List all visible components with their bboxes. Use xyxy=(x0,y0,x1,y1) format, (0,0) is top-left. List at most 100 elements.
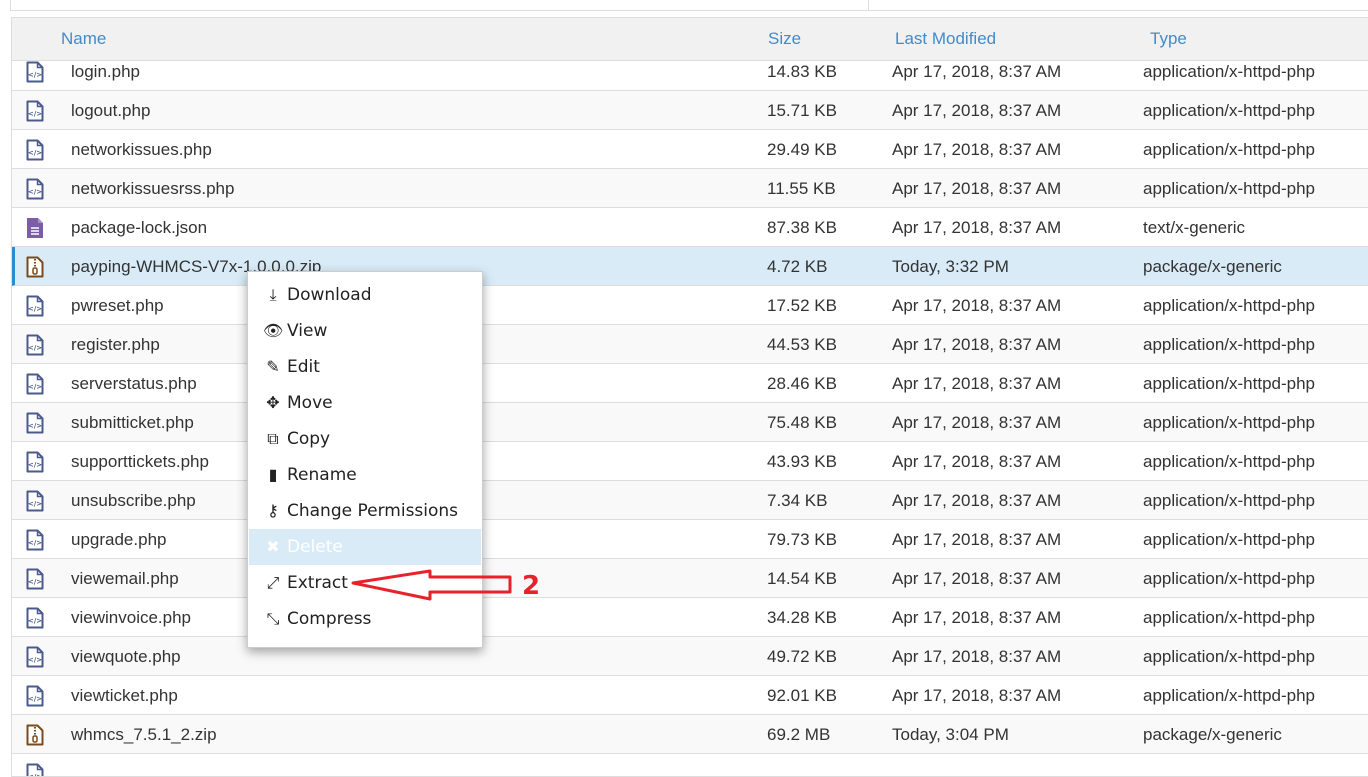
svg-text:</>: </> xyxy=(28,773,42,776)
file-last-modified: Apr 17, 2018, 8:37 AM xyxy=(892,647,1062,666)
file-last-modified: Apr 17, 2018, 8:37 AM xyxy=(892,140,1062,159)
file-name[interactable]: supporttickets.php xyxy=(71,452,209,472)
menu-item-label: Extract xyxy=(287,573,348,593)
file-size: 75.48 KB xyxy=(767,413,837,432)
file-type: application/x-httpd-php xyxy=(1143,530,1316,549)
menu-item-delete[interactable]: ✖ Delete xyxy=(249,529,481,565)
zip-file-icon xyxy=(26,256,44,278)
file-size: 69.2 MB xyxy=(767,725,831,744)
file-name[interactable]: unsubscribe.php xyxy=(71,491,196,511)
php-file-icon: </> xyxy=(26,529,44,551)
svg-text:</>: </> xyxy=(28,149,42,157)
file-name[interactable]: logout.php xyxy=(71,101,150,121)
file-size: 29.49 KB xyxy=(767,140,837,159)
menu-item-copy[interactable]: ⧉ Copy xyxy=(249,421,481,457)
file-size: 15.71 KB xyxy=(767,101,837,120)
file-name[interactable]: viewemail.php xyxy=(71,569,179,589)
file-name[interactable]: viewquote.php xyxy=(71,647,181,667)
file-table: Name Size Last Modified Type </> login.p… xyxy=(11,17,1368,777)
table-row[interactable]: </> viewquote.php 49.72 KB Apr 17, 2018,… xyxy=(12,637,1368,676)
menu-item-view[interactable]: 👁 View xyxy=(249,313,481,349)
table-row[interactable]: </> networkissues.php 29.49 KB Apr 17, 2… xyxy=(12,130,1368,169)
menu-item-edit[interactable]: ✎ Edit xyxy=(249,349,481,385)
table-row[interactable]: </> xyxy=(12,754,1368,776)
file-name[interactable]: serverstatus.php xyxy=(71,374,197,394)
pencil-icon: ✎ xyxy=(266,357,280,376)
column-header-type[interactable]: Type xyxy=(1150,29,1187,49)
table-row[interactable]: </> pwreset.php 17.52 KB Apr 17, 2018, 8… xyxy=(12,286,1368,325)
file-size: 92.01 KB xyxy=(767,686,837,705)
table-row[interactable]: </> supporttickets.php 43.93 KB Apr 17, … xyxy=(12,442,1368,481)
menu-item-change-permissions[interactable]: ⚷ Change Permissions xyxy=(249,493,481,529)
file-last-modified: Today, 3:32 PM xyxy=(892,257,1009,276)
copy-icon: ⧉ xyxy=(267,429,279,448)
file-name[interactable]: login.php xyxy=(71,62,140,82)
menu-item-label: Change Permissions xyxy=(287,501,459,521)
php-file-icon: </> xyxy=(26,607,44,629)
expand-icon: ⤢ xyxy=(266,573,280,592)
file-name[interactable]: whmcs_7.5.1_2.zip xyxy=(71,725,217,745)
svg-text:</>: </> xyxy=(28,578,42,586)
file-last-modified: Apr 17, 2018, 8:37 AM xyxy=(892,296,1062,315)
table-row[interactable]: </> login.php 14.83 KB Apr 17, 2018, 8:3… xyxy=(12,61,1368,91)
php-file-icon: </> xyxy=(26,295,44,317)
menu-item-label: Rename xyxy=(287,465,357,485)
file-name[interactable]: viewinvoice.php xyxy=(71,608,191,628)
close-icon: ✖ xyxy=(266,537,280,556)
svg-text:</>: </> xyxy=(28,383,42,391)
table-row[interactable]: </> serverstatus.php 28.46 KB Apr 17, 20… xyxy=(12,364,1368,403)
menu-item-download[interactable]: ⤓ Download xyxy=(249,277,481,313)
table-row[interactable]: payping-WHMCS-V7x-1.0.0.0.zip 4.72 KB To… xyxy=(12,247,1368,286)
menu-item-label: Move xyxy=(287,393,333,413)
file-name[interactable]: networkissues.php xyxy=(71,140,212,160)
file-size: 79.73 KB xyxy=(767,530,837,549)
table-row[interactable]: </> submitticket.php 75.48 KB Apr 17, 20… xyxy=(12,403,1368,442)
php-file-icon: </> xyxy=(26,685,44,707)
move-icon: ✥ xyxy=(266,393,280,412)
table-row[interactable]: </> upgrade.php 79.73 KB Apr 17, 2018, 8… xyxy=(12,520,1368,559)
table-row[interactable]: package-lock.json 87.38 KB Apr 17, 2018,… xyxy=(12,208,1368,247)
column-header-last-modified[interactable]: Last Modified xyxy=(895,29,996,49)
table-body[interactable]: </> login.php 14.83 KB Apr 17, 2018, 8:3… xyxy=(12,61,1368,776)
file-name[interactable]: register.php xyxy=(71,335,160,355)
table-row[interactable]: </> register.php 44.53 KB Apr 17, 2018, … xyxy=(12,325,1368,364)
file-last-modified: Apr 17, 2018, 8:37 AM xyxy=(892,608,1062,627)
table-row[interactable]: </> logout.php 15.71 KB Apr 17, 2018, 8:… xyxy=(12,91,1368,130)
menu-item-label: Delete xyxy=(287,537,343,557)
table-row[interactable]: </> unsubscribe.php 7.34 KB Apr 17, 2018… xyxy=(12,481,1368,520)
file-last-modified: Apr 17, 2018, 8:37 AM xyxy=(892,218,1062,237)
file-name[interactable]: submitticket.php xyxy=(71,413,194,433)
file-name[interactable]: upgrade.php xyxy=(71,530,166,550)
file-name[interactable]: viewticket.php xyxy=(71,686,178,706)
divider xyxy=(868,0,869,10)
file-name[interactable]: package-lock.json xyxy=(71,218,207,238)
file-size: 34.28 KB xyxy=(767,608,837,627)
table-row[interactable]: </> viewinvoice.php 34.28 KB Apr 17, 201… xyxy=(12,598,1368,637)
table-row[interactable]: </> viewemail.php 14.54 KB Apr 17, 2018,… xyxy=(12,559,1368,598)
file-name[interactable]: networkissuesrss.php xyxy=(71,179,234,199)
file-size: 11.55 KB xyxy=(767,179,836,198)
column-header-size[interactable]: Size xyxy=(768,29,801,49)
menu-item-label: Compress xyxy=(287,609,372,629)
php-file-icon: </> xyxy=(26,61,44,83)
file-last-modified: Apr 17, 2018, 8:37 AM xyxy=(892,101,1062,120)
menu-item-rename[interactable]: ▮ Rename xyxy=(249,457,481,493)
eye-icon: 👁 xyxy=(263,321,284,340)
menu-item-move[interactable]: ✥ Move xyxy=(249,385,481,421)
column-header-name[interactable]: Name xyxy=(61,29,106,49)
svg-text:</>: </> xyxy=(28,71,42,79)
file-type: application/x-httpd-php xyxy=(1143,374,1316,393)
file-size: 43.93 KB xyxy=(767,452,837,471)
key-icon: ⚷ xyxy=(267,501,279,520)
menu-item-compress[interactable]: ⤡ Compress xyxy=(249,601,481,637)
file-type: application/x-httpd-php xyxy=(1143,569,1316,588)
table-row[interactable]: </> viewticket.php 92.01 KB Apr 17, 2018… xyxy=(12,676,1368,715)
file-size: 28.46 KB xyxy=(767,374,837,393)
file-name[interactable]: pwreset.php xyxy=(71,296,164,316)
file-type: application/x-httpd-php xyxy=(1143,413,1316,432)
svg-text:</>: </> xyxy=(28,539,42,547)
annotation-step-number: 2 xyxy=(522,571,541,601)
file-size: 14.83 KB xyxy=(767,62,837,81)
table-row[interactable]: </> networkissuesrss.php 11.55 KB Apr 17… xyxy=(12,169,1368,208)
table-row[interactable]: whmcs_7.5.1_2.zip 69.2 MB Today, 3:04 PM… xyxy=(12,715,1368,754)
